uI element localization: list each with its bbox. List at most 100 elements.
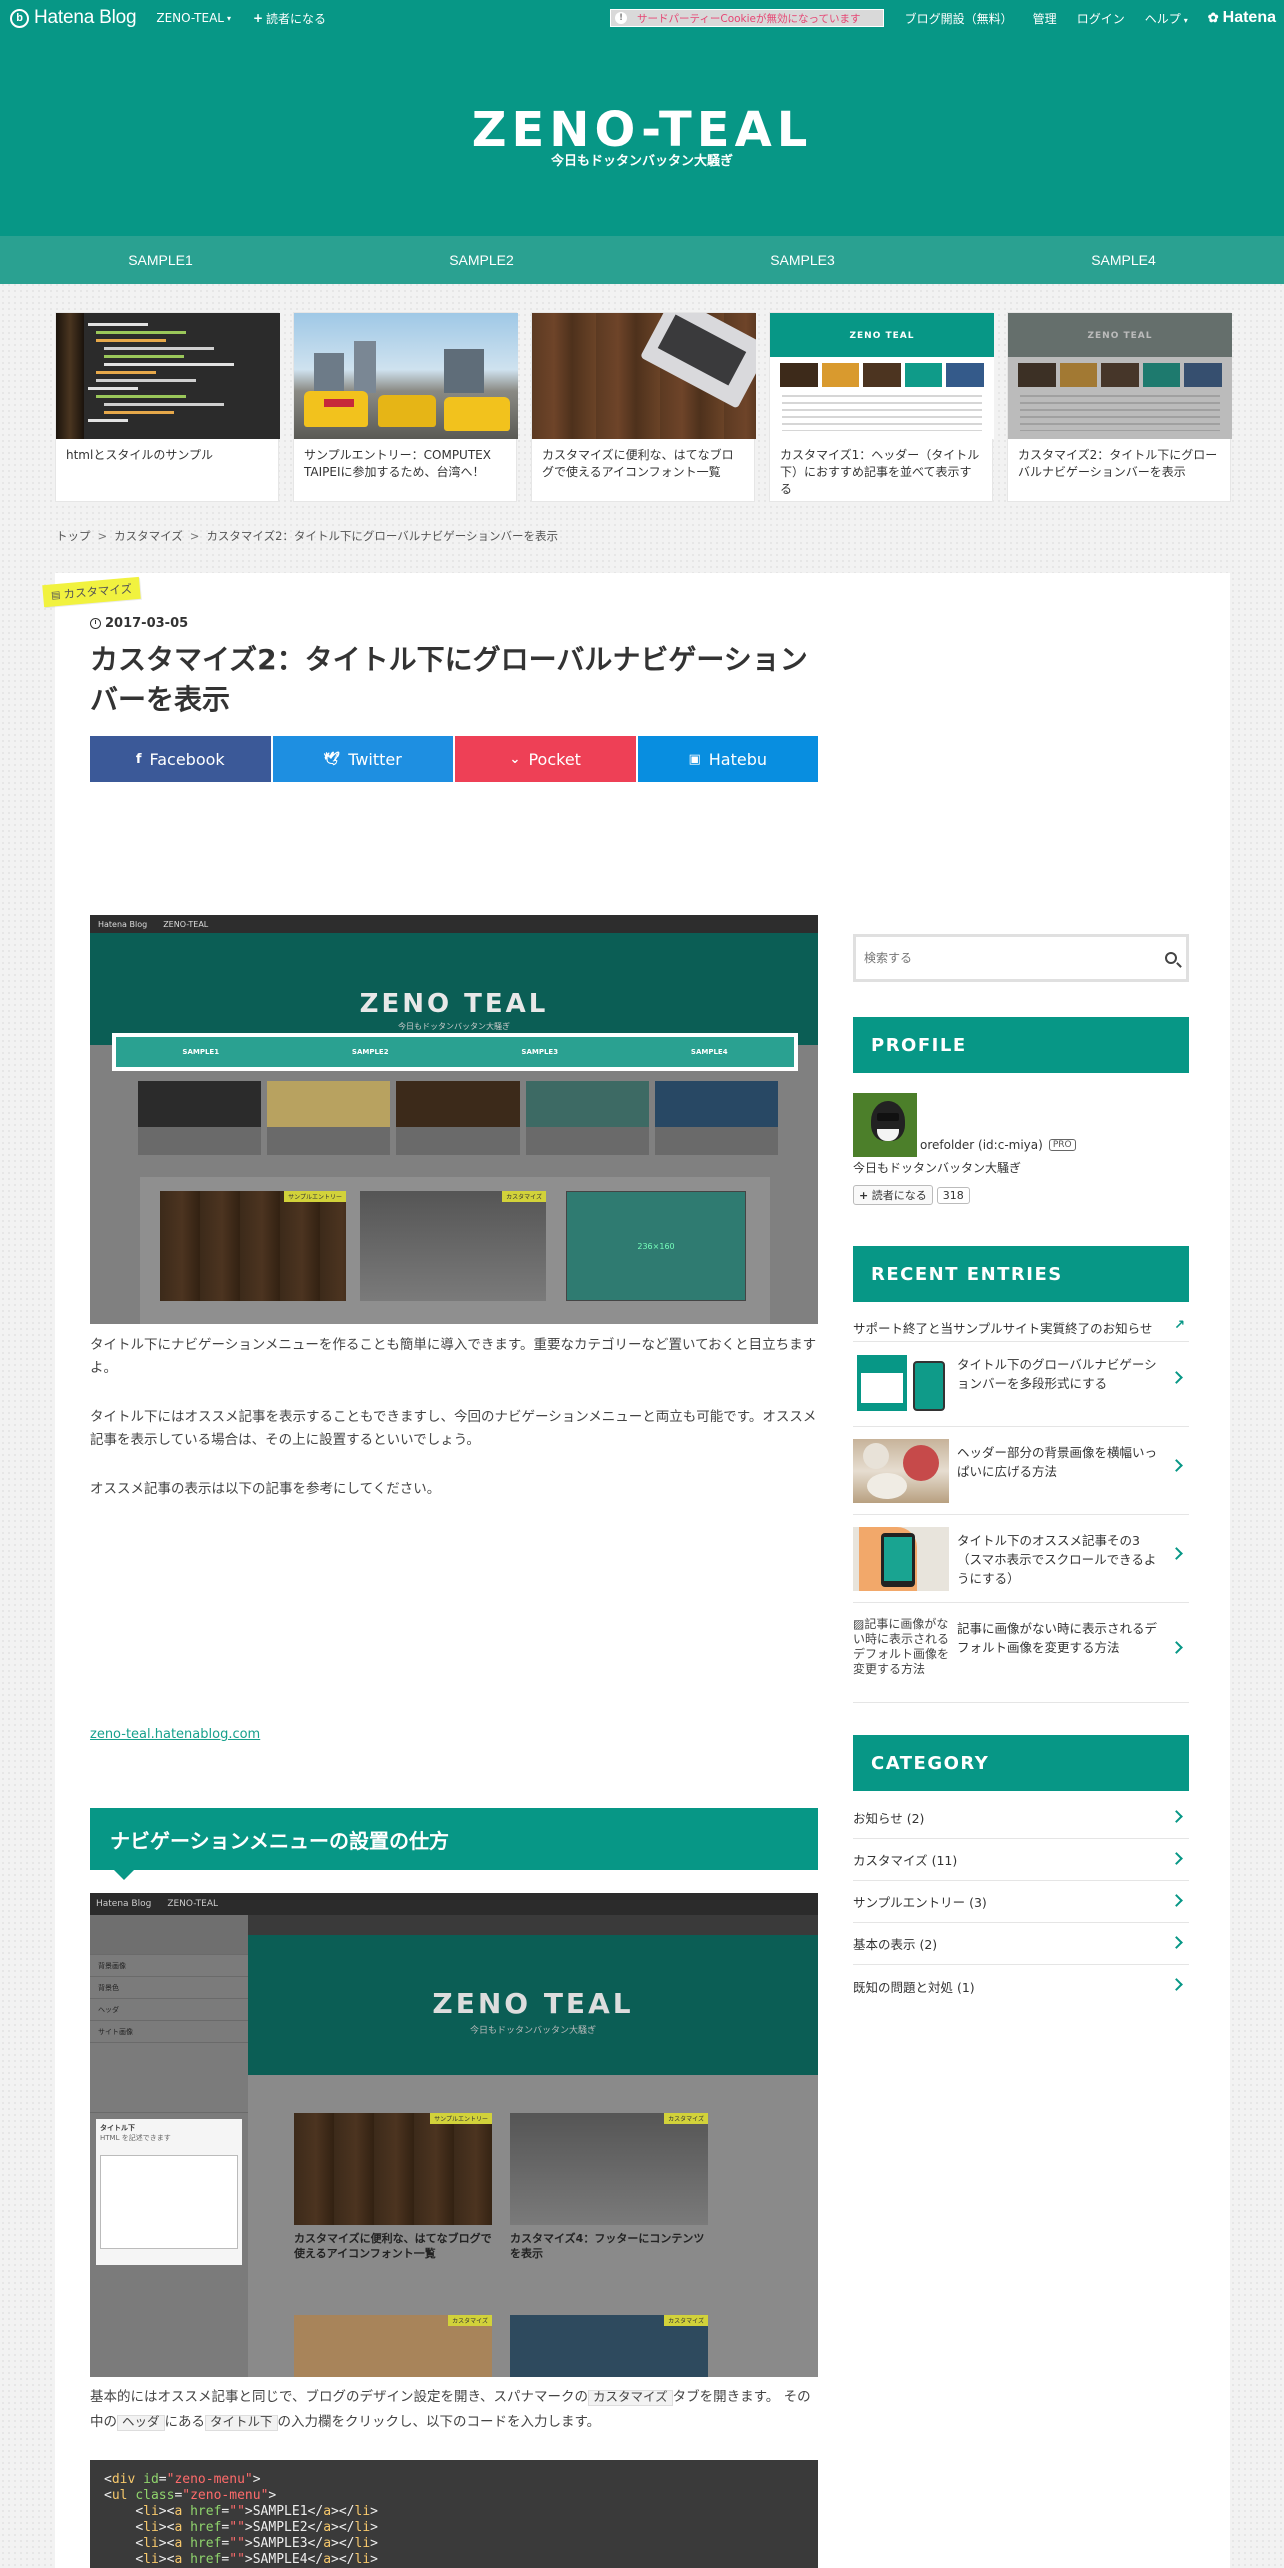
screenshot-title: ZENO TEAL — [432, 1987, 634, 2020]
inline-code: カスタマイズ — [588, 2390, 673, 2406]
search-input[interactable] — [856, 951, 1156, 965]
category-item[interactable]: 基本の表示 (2) — [853, 1923, 1189, 1965]
profile-reader-button[interactable]: + 読者になる — [853, 1185, 933, 1205]
link-admin[interactable]: 管理 — [1033, 10, 1057, 27]
category-item-label: サンプルエントリー (3) — [853, 1895, 987, 1910]
recent-entry-first[interactable]: サポート終了と当サンプルサイト実質終了のお知らせ ↗ — [853, 1318, 1189, 1342]
gnav-sample4[interactable]: SAMPLE4 — [963, 236, 1284, 284]
code-token: ul — [111, 2488, 128, 2503]
pickup-title: カスタマイズ2：タイトル下にグローバルナビゲーションバーを表示 — [1018, 448, 1218, 479]
code-token: SAMPLE4 — [252, 2552, 308, 2567]
gnav-sample3[interactable]: SAMPLE3 — [642, 236, 963, 284]
screenshot-tag: カスタマイズ — [502, 1191, 546, 1202]
recent-entry[interactable]: ▨記事に画像がない時に表示されるデフォルト画像を変更する方法 記事に画像がない時… — [853, 1607, 1189, 1703]
link-open-blog[interactable]: ブログ開設（無料） — [905, 10, 1013, 27]
screenshot-side-row: 背景画像 — [90, 1955, 248, 1977]
pickup-card[interactable]: カスタマイズに便利な、はてなブログで使えるアイコンフォント一覧 — [531, 312, 756, 502]
category-item[interactable]: サンプルエントリー (3) — [853, 1881, 1189, 1923]
blog-selector[interactable]: ZENO-TEAL ▾ — [156, 11, 231, 25]
pickup-card[interactable]: ZENO TEAL カスタマイズ1：ヘッダー（タイトル下）におすすめ記事を並べて… — [769, 312, 994, 502]
screenshot-placeholder: 236×160 — [566, 1191, 746, 1301]
folder-icon: ▤ — [50, 589, 62, 602]
global-navigation: SAMPLE1 SAMPLE2 SAMPLE3 SAMPLE4 — [0, 236, 1284, 284]
entry-category-label: カスタマイズ — [62, 581, 133, 602]
reader-button[interactable]: + 読者になる — [253, 10, 326, 27]
chevron-right-icon — [1170, 1852, 1183, 1865]
blog-selector-label: ZENO-TEAL — [156, 11, 224, 25]
section-heading-text: ナビゲーションメニューの設置の仕方 — [110, 1828, 449, 1853]
recent-entry-thumbnail — [853, 1439, 949, 1503]
screenshot-nav-item: SAMPLE2 — [351, 1048, 389, 1056]
category-item[interactable]: 既知の問題と対処 (1) — [853, 1965, 1189, 2007]
share-facebook-button[interactable]: f Facebook — [90, 736, 271, 782]
category-item-label: お知らせ (2) — [853, 1811, 925, 1826]
pickup-card[interactable]: ZENO TEAL カスタマイズ2：タイトル下にグローバルナビゲーションバーを表… — [1007, 312, 1232, 502]
recent-entry[interactable]: ヘッダー部分の背景画像を横幅いっぱいに広げる方法 — [853, 1431, 1189, 1515]
code-token: SAMPLE1 — [252, 2504, 308, 2519]
screenshot-lower: サンプルエントリー カスタマイズ 236×160 — [140, 1177, 770, 1324]
reader-button-label: 読者になる — [266, 11, 327, 26]
recent-entry-title: ヘッダー部分の背景画像を横幅いっぱいに広げる方法 — [957, 1445, 1158, 1479]
category-item[interactable]: カスタマイズ (11) — [853, 1839, 1189, 1881]
external-arrow-icon: ↗ — [1174, 1318, 1185, 1333]
chevron-right-icon — [1170, 1547, 1183, 1560]
share-pocket-button[interactable]: ⌄ Pocket — [455, 736, 636, 782]
search-icon[interactable] — [1156, 938, 1186, 978]
profile-name-text[interactable]: orefolder (id:c-miya) — [920, 1138, 1043, 1152]
cookie-notice[interactable]: ! サードパーティーCookieが無効になっています — [610, 9, 884, 27]
avatar[interactable] — [853, 1093, 917, 1157]
share-twitter-button[interactable]: 🕊 Twitter — [272, 736, 453, 782]
category-item-label: 既知の問題と対処 (1) — [853, 1979, 975, 1995]
gnav-sample2[interactable]: SAMPLE2 — [321, 236, 642, 284]
pickup-thumbnail — [532, 313, 756, 439]
recent-entry[interactable]: タイトル下のグローバルナビゲーションバーを多段形式にする — [853, 1343, 1189, 1427]
chevron-right-icon — [1170, 1936, 1183, 1949]
gnav-sample1[interactable]: SAMPLE1 — [0, 236, 321, 284]
share-twitter-label: Twitter — [348, 749, 402, 769]
screenshot-side-box: タイトル下 HTML を記述できます — [96, 2119, 242, 2265]
share-facebook-label: Facebook — [149, 749, 225, 769]
embedded-blog-link[interactable]: zeno-teal.hatenablog.com — [90, 1727, 260, 1742]
broken-image-alt-text: 記事に画像がない時に表示されるデフォルト画像を変更する方法 — [853, 1617, 950, 1676]
pickup-card[interactable]: htmlとスタイルのサンプル — [55, 312, 280, 502]
screenshot-side-row: ヘッダ — [90, 1999, 248, 2021]
recent-entry-title: タイトル下のオススメ記事その3（スマホ表示でスクロールできるようにする） — [957, 1533, 1157, 1586]
breadcrumb-separator: > — [189, 529, 200, 543]
screenshot-design-sidebar: 背景画像 背景色 ヘッダ サイト画像 タイトル下 HTML を記述できます — [90, 1915, 248, 2377]
category-item[interactable]: お知らせ (2) — [853, 1797, 1189, 1839]
pocket-icon: ⌄ — [509, 751, 521, 767]
breadcrumb-category[interactable]: カスタマイズ — [114, 529, 183, 543]
recent-entry[interactable]: タイトル下のオススメ記事その3（スマホ表示でスクロールできるようにする） — [853, 1519, 1189, 1603]
screenshot-tag: サンプルエントリー — [284, 1191, 346, 1202]
reader-count: 318 — [936, 1186, 970, 1204]
pickup-card[interactable]: サンプルエントリー：COMPUTEX TAIPEIに参加するため、台湾へ！ — [293, 312, 518, 502]
screenshot-nav: SAMPLE1 SAMPLE2 SAMPLE3 SAMPLE4 — [112, 1033, 798, 1071]
hatena-logo[interactable]: ✿ Hatena — [1208, 9, 1276, 27]
entry-paragraph: タイトル下にナビゲーションメニューを作ることも簡単に導入できます。重要なカテゴリ… — [90, 1337, 817, 1376]
category-item-label: 基本の表示 (2) — [853, 1937, 938, 1952]
link-help[interactable]: ヘルプ ▾ — [1145, 10, 1188, 27]
chevron-right-icon — [1170, 1978, 1183, 1991]
entry-screenshot-2: Hatena Blog ZENO-TEAL 背景画像 背景色 ヘッダ サイト画像… — [90, 1893, 818, 2377]
hatena-logo-text: Hatena — [1222, 9, 1276, 26]
plus-icon: + — [859, 1189, 869, 1202]
hatena-logo-icon: ✿ — [1207, 10, 1219, 25]
link-login[interactable]: ログイン — [1077, 10, 1125, 27]
screenshot-hatena-bar: Hatena Blog ZENO-TEAL — [90, 1893, 818, 1915]
screenshot-tag: カスタマイズ — [448, 2315, 492, 2326]
code-block: <div id="zeno-menu"> <ul class="zeno-men… — [90, 2460, 818, 2568]
category-item-label: カスタマイズ (11) — [853, 1853, 958, 1868]
screenshot-side-box-title: タイトル下 — [100, 2124, 135, 2132]
caret-down-icon: ▾ — [226, 13, 231, 23]
entry-title: カスタマイズ2：タイトル下にグローバルナビゲーションバーを表示 — [90, 643, 808, 716]
search-box — [853, 934, 1189, 982]
hatena-blog-logo[interactable]: b Hatena Blog — [10, 7, 137, 29]
section-heading: ナビゲーションメニューの設置の仕方 — [90, 1808, 818, 1880]
share-hatebu-button[interactable]: ▣ Hatebu — [637, 736, 818, 782]
chevron-right-icon — [1170, 1459, 1183, 1472]
code-token: SAMPLE3 — [252, 2536, 308, 2551]
recent-entry-thumbnail — [853, 1351, 949, 1415]
breadcrumb-top[interactable]: トップ — [56, 529, 91, 543]
facebook-icon: f — [135, 751, 142, 767]
screenshot-nav-item: SAMPLE1 — [182, 1048, 220, 1056]
